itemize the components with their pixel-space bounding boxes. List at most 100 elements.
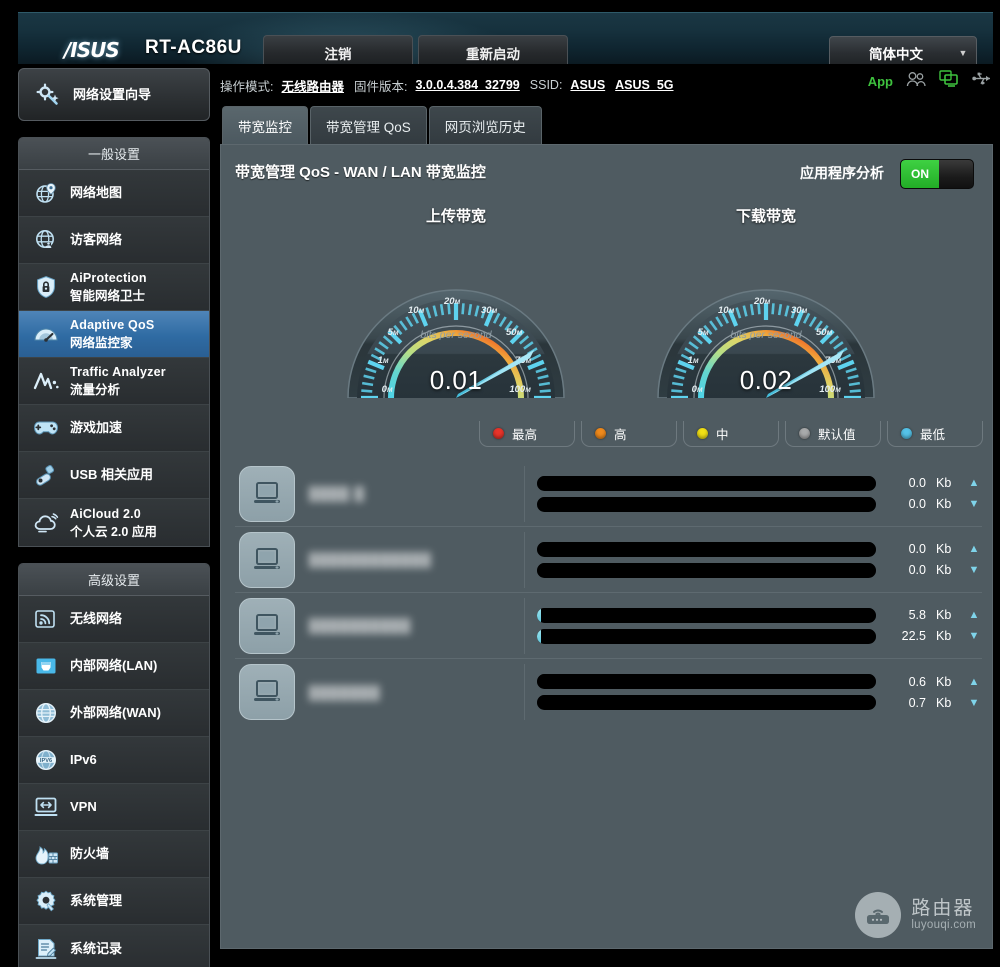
sidebar-group-general: 一般设置 网络地图 bbox=[18, 137, 210, 547]
usb-icon[interactable] bbox=[972, 71, 994, 91]
legend-dot-lowest bbox=[901, 428, 912, 439]
sidebar-label-aiprotection: AiProtection 智能网络卫士 bbox=[70, 269, 147, 305]
ssid-5g[interactable]: ASUS_5G bbox=[615, 78, 673, 92]
upload-gauge-value: 0.01 bbox=[343, 365, 569, 396]
download-bar bbox=[537, 563, 876, 578]
sidebar-item-wan[interactable]: 外部网络(WAN) bbox=[19, 690, 209, 737]
sidebar-item-firewall[interactable]: 防火墙 bbox=[19, 831, 209, 878]
legend-dot-highest bbox=[493, 428, 504, 439]
upload-bar bbox=[537, 476, 876, 491]
watermark-subtitle: luyouqi.com bbox=[911, 919, 976, 931]
sidebar-item-game-boost[interactable]: 游戏加速 bbox=[19, 405, 209, 452]
upload-value: 0.0 bbox=[886, 476, 926, 490]
router-icon bbox=[855, 892, 901, 938]
legend-label-high: 高 bbox=[614, 424, 627, 443]
upload-gauge: 上传带宽 bbox=[331, 205, 581, 398]
table-row[interactable]: ██████████ 5.8 Kb ▲ 22.5 Kb ▼ bbox=[235, 593, 982, 659]
sidebar-label-ipv6: IPv6 bbox=[70, 751, 97, 769]
toggle-knob bbox=[939, 160, 973, 188]
sidebar-item-aiprotection[interactable]: AiProtection 智能网络卫士 bbox=[19, 264, 209, 311]
sidebar-item-wireless[interactable]: 无线网络 bbox=[19, 596, 209, 643]
table-row[interactable]: ████████████ 0.0 Kb ▲ 0.0 Kb ▼ bbox=[235, 527, 982, 593]
upload-unit: Kb bbox=[936, 542, 956, 556]
watermark-title: 路由器 bbox=[911, 899, 976, 919]
vpn-icon bbox=[33, 794, 59, 820]
sidebar-item-network-map[interactable]: 网络地图 bbox=[19, 170, 209, 217]
ssid-24g[interactable]: ASUS bbox=[570, 78, 605, 92]
site-watermark: 路由器 luyouqi.com bbox=[855, 892, 976, 938]
device-name-cell: ████ █ bbox=[309, 466, 525, 522]
upload-unit: Kb bbox=[936, 476, 956, 490]
sidebar-group-advanced: 高级设置 无线网络 bbox=[18, 563, 210, 967]
upload-barline: 0.0 Kb ▲ bbox=[537, 476, 982, 491]
table-row[interactable]: ███████ 0.6 Kb ▲ 0.7 Kb ▼ bbox=[235, 659, 982, 725]
router-model: RT-AC86U bbox=[145, 37, 242, 59]
mode-value[interactable]: 无线路由器 bbox=[281, 76, 344, 95]
screen-share-icon[interactable] bbox=[939, 70, 959, 92]
tab-web-history[interactable]: 网页浏览历史 bbox=[429, 106, 542, 144]
wifi-icon bbox=[33, 606, 59, 632]
sidebar-item-vpn[interactable]: VPN bbox=[19, 784, 209, 831]
apps-analysis-toggle[interactable]: ON bbox=[900, 159, 974, 189]
download-arrow-icon: ▼ bbox=[966, 697, 982, 709]
download-gauge-dial: 0M 1M 5M 10M 20M 30M 50M 75M 100M bits p… bbox=[653, 232, 879, 398]
apps-analysis-label: 应用程序分析 bbox=[800, 163, 884, 183]
download-gauge-unit: bits per second bbox=[730, 329, 802, 341]
device-name: ████ █ bbox=[309, 486, 365, 501]
device-name-cell: ██████████ bbox=[309, 598, 525, 654]
upload-arrow-icon: ▲ bbox=[966, 676, 982, 688]
app-icon[interactable]: App bbox=[868, 74, 893, 89]
legend-item-high[interactable]: 高 bbox=[581, 421, 677, 447]
group-heading-general: 一般设置 bbox=[19, 138, 209, 170]
sidebar-item-usb-application[interactable]: USB 相关应用 bbox=[19, 452, 209, 499]
upload-value: 0.0 bbox=[886, 542, 926, 556]
logout-button[interactable]: 注销 bbox=[263, 35, 413, 64]
quick-setup-label: 网络设置向导 bbox=[73, 86, 151, 104]
sidebar-item-administration[interactable]: 系统管理 bbox=[19, 878, 209, 925]
users-icon[interactable] bbox=[906, 71, 926, 92]
ipv6-icon: IPV6 bbox=[33, 747, 59, 773]
sidebar-item-adaptive-qos[interactable]: Adaptive QoS 网络监控家 bbox=[19, 311, 209, 358]
chevron-down-icon: ▼ bbox=[950, 48, 976, 58]
sidebar-label-adaptive-qos: Adaptive QoS 网络监控家 bbox=[70, 316, 154, 352]
download-bar bbox=[537, 695, 876, 710]
download-bar bbox=[537, 497, 876, 512]
legend-item-medium[interactable]: 中 bbox=[683, 421, 779, 447]
download-unit: Kb bbox=[936, 696, 956, 710]
sidebar-item-quick-setup[interactable]: 网络设置向导 bbox=[18, 68, 210, 121]
upload-arrow-icon: ▲ bbox=[966, 609, 982, 621]
network-map-icon bbox=[33, 180, 59, 206]
speedometer-icon bbox=[33, 321, 59, 347]
syslog-icon bbox=[33, 936, 59, 962]
device-name: ███████ bbox=[309, 685, 380, 700]
page-root: /ISUS RT-AC86U 注销 重新启动 简体中文 ▼ 操作模式: 无线路由… bbox=[0, 0, 1000, 967]
sidebar-item-aicloud[interactable]: AiCloud 2.0 个人云 2.0 应用 bbox=[19, 499, 209, 546]
usb-apps-icon bbox=[33, 462, 59, 488]
sidebar-label-network-map: 网络地图 bbox=[70, 184, 122, 202]
download-barline: 0.0 Kb ▼ bbox=[537, 497, 982, 512]
sidebar-item-traffic-analyzer[interactable]: Traffic Analyzer 流量分析 bbox=[19, 358, 209, 405]
device-list: ████ █ 0.0 Kb ▲ 0.0 Kb ▼ bbox=[235, 461, 982, 725]
sidebar-label-wan: 外部网络(WAN) bbox=[70, 704, 161, 722]
download-gauge-title: 下载带宽 bbox=[641, 205, 891, 226]
laptop-icon bbox=[239, 598, 295, 654]
admin-gear-icon bbox=[33, 888, 59, 914]
sidebar-item-system-log[interactable]: 系统记录 bbox=[19, 925, 209, 967]
legend-item-highest[interactable]: 最高 bbox=[479, 421, 575, 447]
download-gauge: 下载带宽 0M 1M 5M 10M 20M bbox=[641, 205, 891, 398]
sidebar-item-ipv6[interactable]: IPV6 IPv6 bbox=[19, 737, 209, 784]
tab-bandwidth-monitor[interactable]: 带宽监控 bbox=[222, 106, 308, 144]
sidebar-label-aicloud: AiCloud 2.0 个人云 2.0 应用 bbox=[70, 505, 157, 541]
legend-item-lowest[interactable]: 最低 bbox=[887, 421, 983, 447]
main-panel: 带宽管理 QoS - WAN / LAN 带宽监控 应用程序分析 ON 上传带宽 bbox=[220, 144, 993, 949]
sidebar-label-usb-application: USB 相关应用 bbox=[70, 466, 153, 484]
download-barline: 0.7 Kb ▼ bbox=[537, 695, 982, 710]
tab-qos[interactable]: 带宽管理 QoS bbox=[310, 106, 427, 144]
firmware-value[interactable]: 3.0.0.4.384_32799 bbox=[415, 78, 519, 92]
table-row[interactable]: ████ █ 0.0 Kb ▲ 0.0 Kb ▼ bbox=[235, 461, 982, 527]
sidebar-item-guest-network[interactable]: 访客网络 bbox=[19, 217, 209, 264]
reboot-button[interactable]: 重新启动 bbox=[418, 35, 568, 64]
legend-item-default[interactable]: 默认值 bbox=[785, 421, 881, 447]
language-selector[interactable]: 简体中文 ▼ bbox=[829, 36, 977, 64]
sidebar-item-lan[interactable]: 内部网络(LAN) bbox=[19, 643, 209, 690]
